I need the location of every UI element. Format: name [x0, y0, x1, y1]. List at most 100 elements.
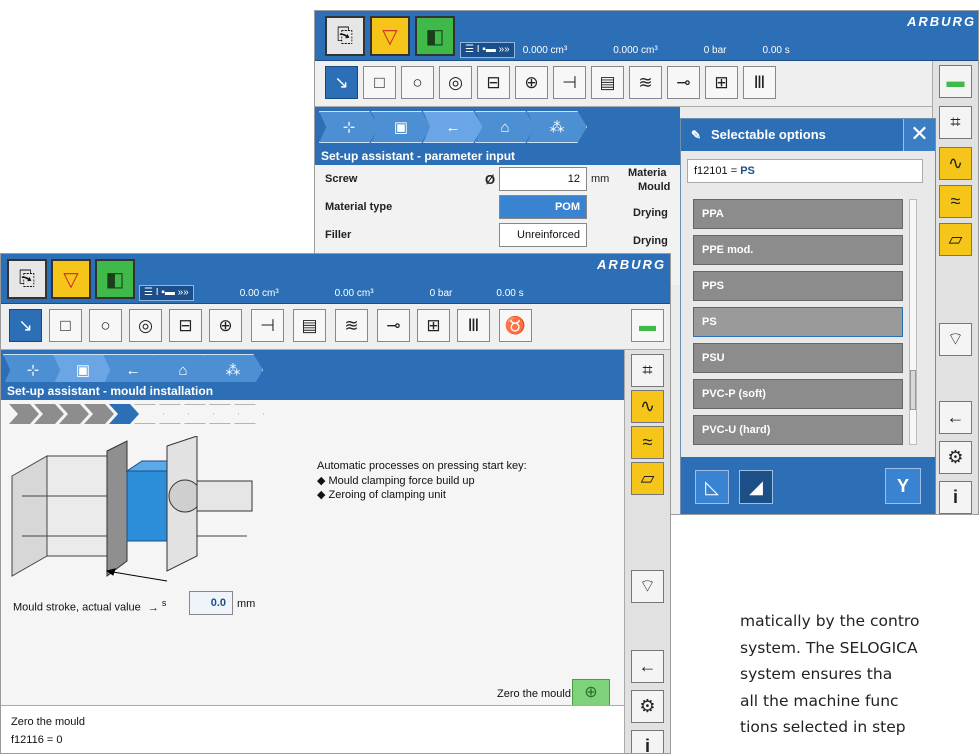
front-warning-icon[interactable]: ▽ — [51, 259, 91, 299]
front-start-icon[interactable]: ◧ — [95, 259, 135, 299]
front-gripper-icon[interactable]: ♉ — [499, 309, 532, 342]
front-core-pull-icon[interactable]: ⊞ — [417, 309, 450, 342]
option-item-selected[interactable]: PS — [693, 307, 903, 337]
front-panel-title: Set-up assistant - mould installation — [1, 382, 626, 400]
stroke-dimension — [105, 568, 168, 582]
option-item[interactable]: PVC-U (hard) — [693, 415, 903, 445]
dialog-scrollbar-thumb[interactable] — [910, 370, 916, 410]
back-cooling-icon[interactable]: ⊸ — [667, 66, 700, 99]
back-core-pull-icon[interactable]: ⊞ — [705, 66, 738, 99]
front-footer: Zero the mould f12116 = 0 — [1, 705, 626, 753]
back-status-volume-1: 0.000 cm³ — [522, 44, 568, 56]
back-graphic-icon[interactable]: ⌗ — [939, 106, 972, 139]
front-nozzle-icon[interactable]: ⊕ — [209, 309, 242, 342]
front-temperature-icon[interactable]: ≋ — [335, 309, 368, 342]
back-temperature-icon[interactable]: ≋ — [629, 66, 662, 99]
back-step-3-arrow[interactable]: ← — [423, 111, 483, 143]
moving-platen — [106, 440, 128, 577]
front-robot-icon[interactable]: Ⅲ — [457, 309, 490, 342]
option-item[interactable]: PVC-P (soft) — [693, 379, 903, 409]
front-comment-icon[interactable]: ⌔ — [631, 570, 664, 603]
param-screw-field[interactable]: 12 — [499, 167, 587, 191]
front-graphic-icon[interactable]: ⌗ — [631, 354, 664, 387]
front-status-time: 0.00 s — [496, 287, 524, 299]
back-mould-icon[interactable]: □ — [363, 66, 396, 99]
dialog-confirm-button[interactable]: Y — [885, 468, 921, 504]
front-mould-icon[interactable]: □ — [49, 309, 82, 342]
front-cooling-icon[interactable]: ⊸ — [377, 309, 410, 342]
back-machine-icon[interactable]: ⎘ — [325, 16, 365, 56]
back-monitor-icon[interactable]: ▬ — [939, 65, 972, 98]
front-monitor-icon[interactable]: ▬ — [631, 309, 664, 342]
dialog-input-value[interactable]: PS — [740, 165, 755, 177]
back-double-circle-icon[interactable]: ◎ — [439, 66, 472, 99]
paragraph-line: tions selected in step — [740, 718, 906, 736]
back-brand-logo: ARBURG — [907, 14, 977, 29]
back-warning-icon[interactable]: ▽ — [370, 16, 410, 56]
selectable-options-dialog: ✎ Selectable options ✕ f12101 = PS PPA P… — [680, 118, 936, 514]
front-right-toolbar: ⌗ ∿ ≈ ▱ ⌔ ← ⚙ i — [624, 350, 670, 753]
front-back-icon[interactable]: ← — [631, 650, 664, 683]
footer-title: Zero the mould — [11, 716, 85, 728]
dialog-input-row: f12101 = PS — [687, 159, 923, 183]
manual-paragraph: matically by the contro system. The SELO… — [740, 608, 979, 741]
option-item[interactable]: PPS — [693, 271, 903, 301]
back-comment-icon[interactable]: ⌔ — [939, 323, 972, 356]
dialog-scrollbar[interactable] — [909, 199, 917, 445]
option-item[interactable]: PSU — [693, 343, 903, 373]
back-ejector-icon[interactable]: ⊣ — [553, 66, 586, 99]
dialog-close-button[interactable]: ✕ — [903, 119, 935, 151]
front-setup-assistant-icon[interactable]: ↘ — [9, 309, 42, 342]
back-injection-icon[interactable]: ⊟ — [477, 66, 510, 99]
front-machine-icon[interactable]: ⎘ — [7, 259, 47, 299]
front-status-mode-icon: ☰ I ▪▬ »» — [139, 285, 194, 301]
front-curve-compare-icon[interactable]: ≈ — [631, 426, 664, 459]
back-top-bar: ⎘ ▽ ◧ ☰ I ▪▬ »» 0.000 cm³ 0.000 cm³ 0 ba… — [315, 11, 978, 61]
back-circle-icon[interactable]: ○ — [401, 66, 434, 99]
back-step-1-arrow[interactable]: ⊹ — [319, 111, 379, 143]
mould-machine-illustration — [11, 436, 253, 582]
option-item[interactable]: PPA — [693, 199, 903, 229]
back-setup-assistant-icon[interactable]: ↘ — [325, 66, 358, 99]
stroke-label: Mould stroke, actual value — [13, 601, 141, 614]
stroke-value-field: 0.0 — [189, 591, 233, 615]
back-step-5-arrow[interactable]: ⁂ — [527, 111, 587, 143]
back-step-4-arrow[interactable]: ⌂ — [475, 111, 535, 143]
front-info-icon[interactable]: i — [631, 730, 664, 753]
front-heater-icon[interactable]: ▤ — [293, 309, 326, 342]
zero-mould-button[interactable]: ⊕ — [572, 679, 610, 707]
back-nozzle-icon[interactable]: ⊕ — [515, 66, 548, 99]
option-item[interactable]: PPE mod. — [693, 235, 903, 265]
footer-code: f12116 = 0 — [11, 734, 63, 746]
front-status-volume-1: 0.00 cm³ — [239, 287, 279, 299]
back-curve-compare-icon[interactable]: ≈ — [939, 185, 972, 218]
front-double-circle-icon[interactable]: ◎ — [129, 309, 162, 342]
param-right-label-1: Materia — [628, 167, 667, 179]
back-step-2-arrow[interactable]: ▣ — [371, 111, 431, 143]
back-step-row: ⊹ ▣ ← ⌂ ⁂ — [315, 107, 680, 147]
back-start-icon[interactable]: ◧ — [415, 16, 455, 56]
back-curve-icon[interactable]: ∿ — [939, 147, 972, 180]
progress-chevrons — [9, 404, 309, 424]
back-info-icon[interactable]: i — [939, 481, 972, 514]
dialog-select-icon[interactable]: ◢ — [739, 470, 773, 504]
back-document-icon[interactable]: ▱ — [939, 223, 972, 256]
back-heater-icon[interactable]: ▤ — [591, 66, 624, 99]
stroke-row: Mould stroke, actual value → s — [13, 598, 166, 614]
front-curve-icon[interactable]: ∿ — [631, 390, 664, 423]
back-settings-icon[interactable]: ⚙ — [939, 441, 972, 474]
front-document-icon[interactable]: ▱ — [631, 462, 664, 495]
front-ejector-icon[interactable]: ⊣ — [251, 309, 284, 342]
front-circle-icon[interactable]: ○ — [89, 309, 122, 342]
param-material-type-field[interactable]: POM — [499, 195, 587, 219]
front-settings-icon[interactable]: ⚙ — [631, 690, 664, 723]
back-robot-icon[interactable]: Ⅲ — [743, 66, 776, 99]
front-status-pressure: 0 bar — [429, 287, 453, 299]
dialog-unselect-icon[interactable]: ◺ — [695, 470, 729, 504]
back-panel-title: Set-up assistant - parameter input — [315, 147, 680, 165]
front-injection-icon[interactable]: ⊟ — [169, 309, 202, 342]
back-status-pressure: 0 bar — [703, 44, 727, 56]
stroke-arrow-icon: → — [147, 601, 159, 614]
back-back-icon[interactable]: ← — [939, 401, 972, 434]
param-filler-field[interactable]: Unreinforced — [499, 223, 587, 247]
